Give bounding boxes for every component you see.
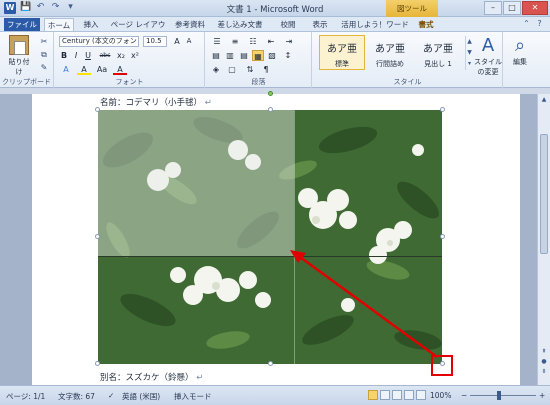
prev-page-icon[interactable]: ⇞ [538,348,550,355]
vertical-scrollbar[interactable]: ▲ ⇞ ● ⇟ [537,94,550,385]
outline-view-icon[interactable] [404,390,414,400]
print-layout-view-icon[interactable] [368,390,378,400]
paragraph-mark: ↵ [196,373,204,383]
word-count[interactable]: 文字数: 67 [58,391,95,402]
scroll-thumb[interactable] [540,134,548,254]
next-page-icon[interactable]: ⇟ [538,368,550,375]
page-count[interactable]: ページ: 1/1 [6,391,45,402]
browse-object-icon[interactable]: ● [538,358,550,365]
zoom-out-button[interactable]: − [461,391,467,400]
proofing-icon[interactable]: ✓ [108,391,114,400]
zoom-slider[interactable] [470,395,536,396]
language[interactable]: 英語 (米国) [122,391,160,402]
annotation-arrow [290,250,438,359]
full-screen-reading-icon[interactable] [380,390,390,400]
text-line-alias[interactable]: 別名：スズカケ（鈴懸） ↵ [100,371,203,383]
annotation-highlight-box [431,355,453,376]
zoom-slider-thumb[interactable] [497,391,501,400]
zoom-level[interactable]: 100% [430,391,451,400]
insert-mode[interactable]: 挿入モード [174,391,212,402]
zoom-in-button[interactable]: + [539,391,545,400]
web-layout-icon[interactable] [392,390,402,400]
status-bar: ページ: 1/1 文字数: 67 ✓ 英語 (米国) 挿入モード 100% − … [0,385,550,405]
text-line-alias-content: 別名：スズカケ（鈴懸） [100,373,194,383]
draft-view-icon[interactable] [416,390,426,400]
scroll-up-icon[interactable]: ▲ [538,96,550,103]
